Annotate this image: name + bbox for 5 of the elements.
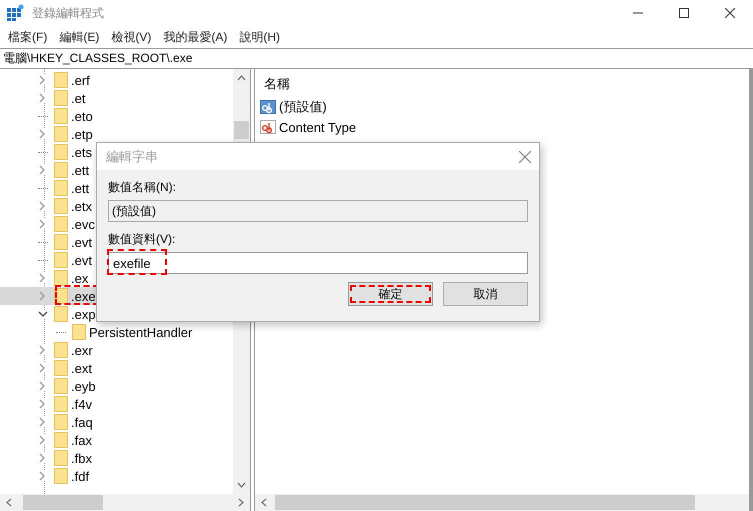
- field-label: 數值資料(V):: [108, 231, 176, 248]
- field-label: 數值名稱(N):: [108, 179, 177, 196]
- value-name-field: (預設值): [108, 200, 528, 222]
- window-title: 登錄編輯程式: [32, 4, 104, 22]
- dialog-title: 編輯字串: [106, 148, 158, 166]
